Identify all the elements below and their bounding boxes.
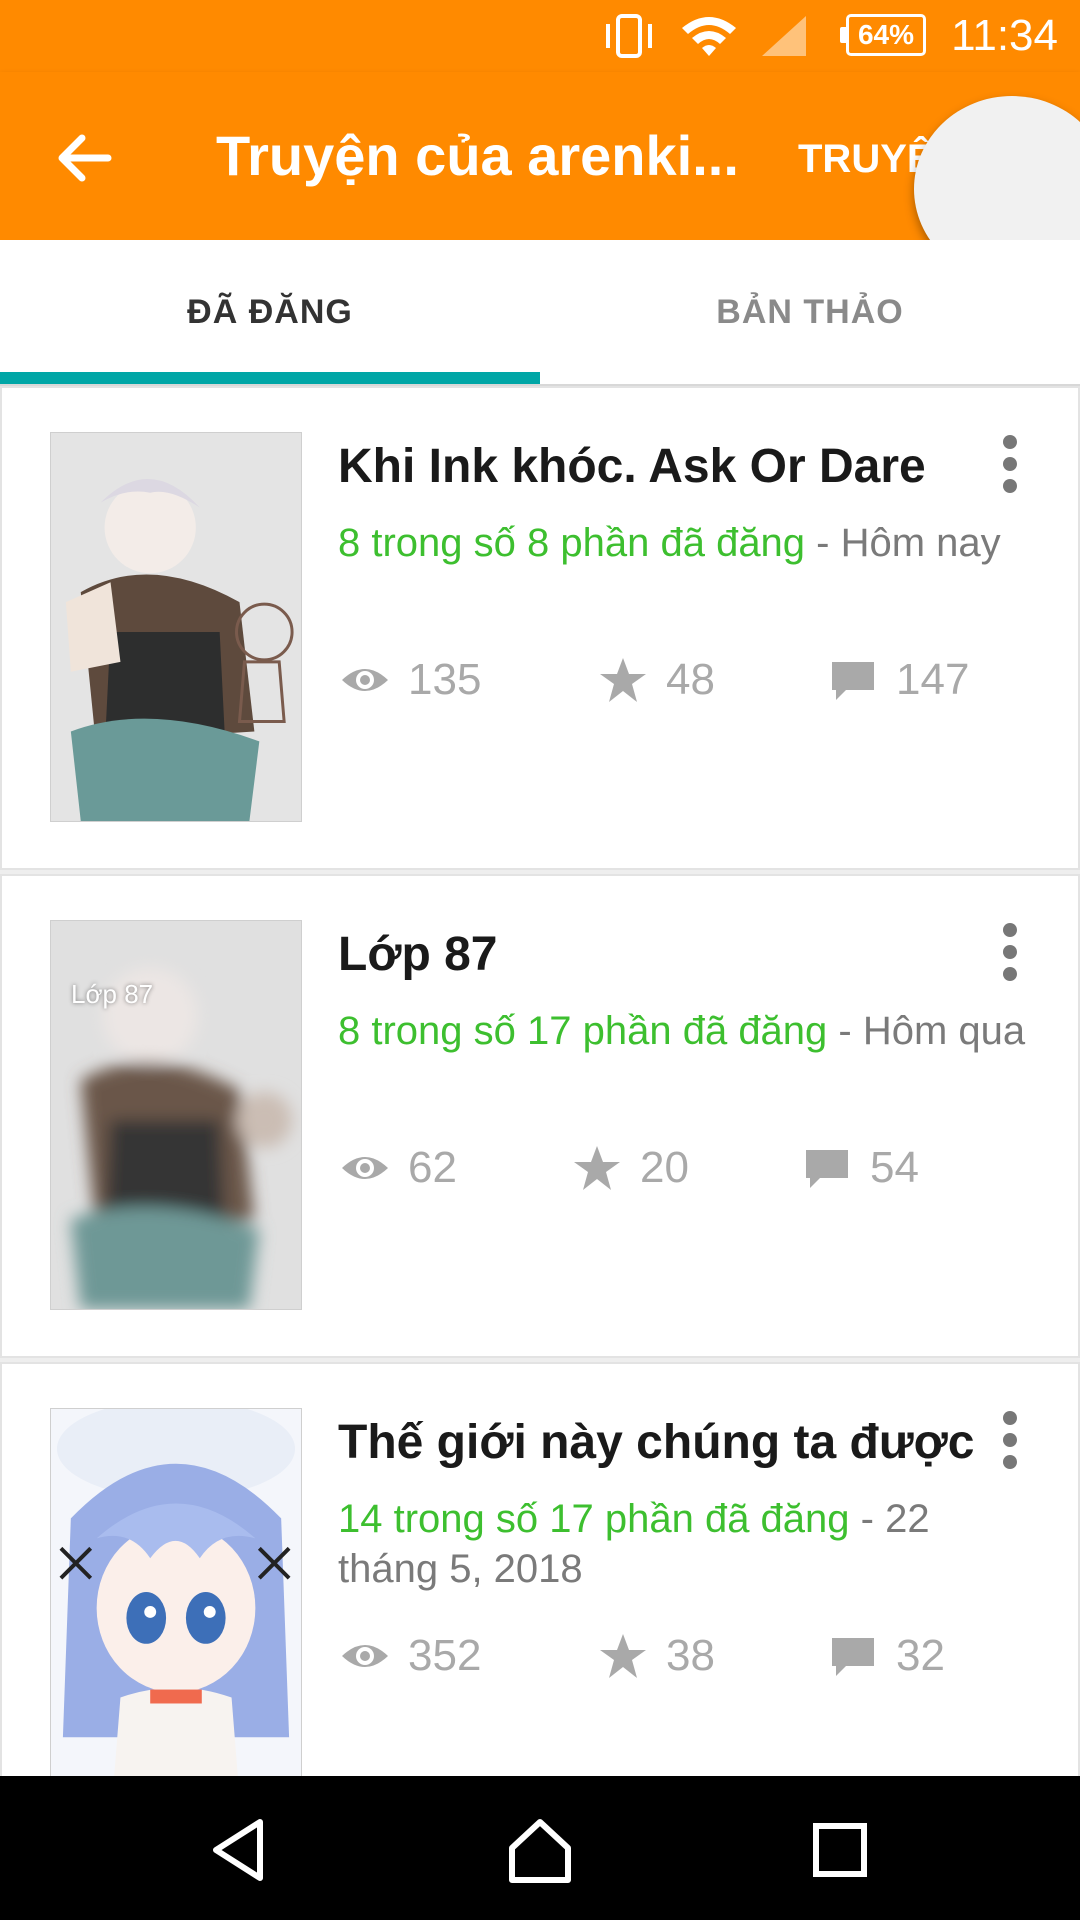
eye-icon bbox=[342, 669, 388, 691]
more-options-icon[interactable] bbox=[984, 1404, 1036, 1476]
recents-icon[interactable] bbox=[804, 1814, 876, 1886]
status-clock: 11:34 bbox=[951, 11, 1058, 60]
comment-icon bbox=[832, 662, 874, 700]
comments-count: 54 bbox=[870, 1143, 919, 1192]
story-cover-image[interactable] bbox=[50, 1408, 302, 1776]
story-title[interactable]: Thế giới này chúng ta được bbox=[338, 1414, 998, 1472]
story-parts-info: 8 trong số 17 phần đã đăng - Hôm qua bbox=[338, 1006, 1038, 1056]
tab-bar: ĐÃ ĐĂNG BẢN THẢO bbox=[0, 240, 1080, 386]
story-card[interactable]: Khi Ink khóc. Ask Or Dare 8 trong số 8 p… bbox=[0, 386, 1080, 870]
published-parts: 14 trong số 17 phần đã đăng bbox=[338, 1497, 850, 1541]
story-parts-info: 8 trong số 8 phần đã đăng - Hôm nay bbox=[338, 518, 1054, 568]
story-cover-image[interactable]: Lớp 87 bbox=[50, 920, 302, 1310]
comments-count: 32 bbox=[896, 1631, 945, 1680]
eye-icon bbox=[342, 1645, 388, 1667]
more-options-icon[interactable] bbox=[984, 428, 1036, 500]
views-count: 352 bbox=[408, 1631, 482, 1680]
story-list: Khi Ink khóc. Ask Or Dare 8 trong số 8 p… bbox=[0, 386, 1080, 1776]
comment-icon bbox=[832, 1638, 874, 1676]
published-parts: 8 trong số 8 phần đã đăng bbox=[338, 521, 806, 565]
wifi-icon bbox=[682, 17, 736, 56]
eye-icon bbox=[342, 1157, 388, 1179]
published-parts: 8 trong số 17 phần đã đăng bbox=[338, 1009, 828, 1053]
status-bar: 64% 11:34 bbox=[0, 0, 1080, 72]
votes-count: 48 bbox=[666, 655, 715, 704]
story-parts-info: 14 trong số 17 phần đã đăng - 22 tháng 5… bbox=[338, 1494, 1038, 1594]
updated-date: - Hôm nay bbox=[805, 521, 1001, 565]
views-count: 135 bbox=[408, 655, 482, 704]
updated-date: - Hôm qua bbox=[827, 1009, 1026, 1053]
tab-indicator bbox=[0, 372, 540, 384]
page-title: Truyện của arenki... bbox=[216, 124, 736, 187]
home-icon[interactable] bbox=[504, 1814, 576, 1886]
story-title[interactable]: Lớp 87 bbox=[338, 926, 998, 984]
comment-icon bbox=[806, 1150, 848, 1188]
star-icon bbox=[600, 658, 646, 702]
story-title[interactable]: Khi Ink khóc. Ask Or Dare bbox=[338, 438, 998, 496]
votes-count: 20 bbox=[640, 1143, 689, 1192]
comments-count: 147 bbox=[896, 655, 970, 704]
story-cover-image[interactable] bbox=[50, 432, 302, 822]
tab-published[interactable]: ĐÃ ĐĂNG bbox=[0, 240, 540, 384]
arrow-left-icon[interactable] bbox=[48, 122, 120, 194]
more-options-icon[interactable] bbox=[984, 916, 1036, 988]
cover-caption: Lớp 87 bbox=[71, 979, 154, 1009]
back-triangle-icon[interactable] bbox=[204, 1814, 276, 1886]
battery-icon: 64% bbox=[840, 14, 926, 56]
votes-count: 38 bbox=[666, 1631, 715, 1680]
views-count: 62 bbox=[408, 1143, 457, 1192]
star-icon bbox=[574, 1146, 620, 1190]
system-nav-bar bbox=[0, 1776, 1080, 1920]
story-card[interactable]: Thế giới này chúng ta được 14 trong số 1… bbox=[0, 1362, 1080, 1776]
story-card[interactable]: Lớp 87 Lớp 87 8 trong số 17 phần đã đăng… bbox=[0, 874, 1080, 1358]
star-icon bbox=[600, 1634, 646, 1678]
signal-icon bbox=[762, 16, 806, 56]
vibrate-icon bbox=[606, 14, 652, 58]
tab-drafts[interactable]: BẢN THẢO bbox=[540, 240, 1080, 384]
stories-action-button[interactable]: TRUYỆ bbox=[798, 134, 934, 184]
